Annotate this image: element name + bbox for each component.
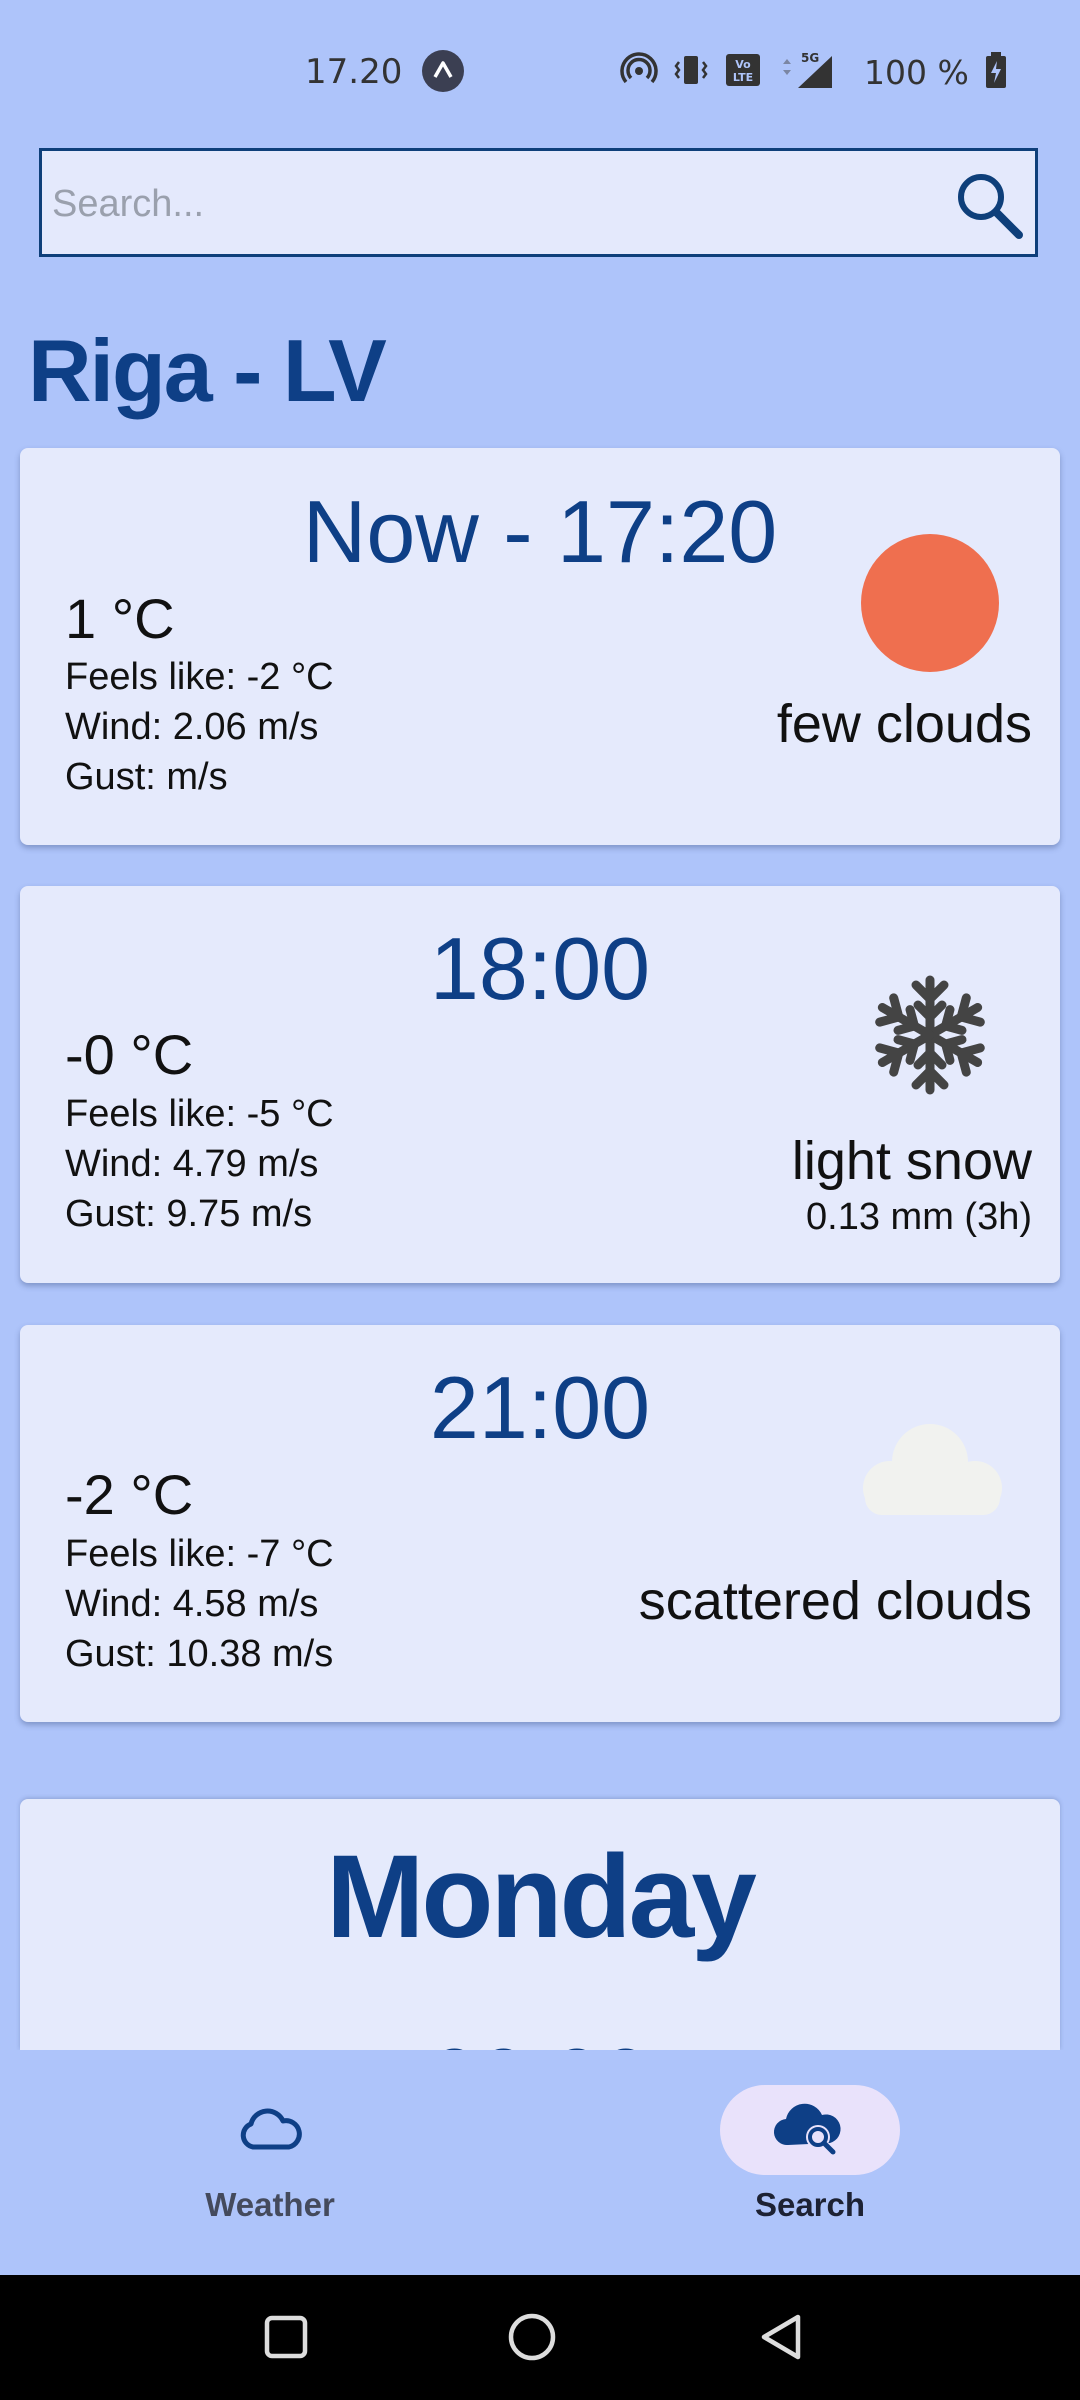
- nav-weather-label: Weather: [205, 2186, 335, 2223]
- search-input[interactable]: [52, 169, 932, 239]
- forecast-card: Now - 17:20 1 °C Feels like: -2 °C Wind:…: [20, 448, 1060, 845]
- battery-charging-icon: [983, 50, 1009, 95]
- back-icon[interactable]: [750, 2305, 814, 2369]
- forecast-card: 21:00 -2 °C Feels like: -7 °C Wind: 4.58…: [20, 1325, 1060, 1722]
- nav-weather-indicator: [180, 2085, 360, 2175]
- home-icon[interactable]: [500, 2305, 564, 2369]
- recent-apps-icon[interactable]: [254, 2305, 318, 2369]
- forecast-precipitation: 0.13 mm (3h): [806, 1196, 1032, 1238]
- hotspot-icon: [620, 51, 658, 94]
- forecast-temp: 1 °C: [65, 587, 175, 650]
- vibrate-icon: [672, 51, 710, 94]
- forecast-description: light snow: [791, 1131, 1032, 1191]
- forecast-time: 00:00: [20, 2029, 1060, 2050]
- forecast-feels-like: Feels like: -7 °C: [65, 1533, 334, 1575]
- forecast-gust: Gust: m/s: [65, 756, 228, 798]
- forecast-feels-like: Feels like: -2 °C: [65, 656, 334, 698]
- forecast-wind: Wind: 4.58 m/s: [65, 1583, 319, 1625]
- forecast-description: few clouds: [776, 694, 1032, 754]
- sun-icon: [861, 534, 999, 672]
- city-title: Riga - LV: [28, 321, 387, 420]
- nav-search[interactable]: Search: [660, 2050, 960, 2275]
- svg-text:Vo: Vo: [735, 58, 751, 71]
- forecast-temp: -2 °C: [65, 1463, 194, 1526]
- status-icons: Vo LTE 5G 100 %: [620, 48, 1009, 96]
- forecast-temp: -0 °C: [65, 1023, 194, 1086]
- forecast-card: 18:00 -0 °C Feels like: -5 °C Wind: 4.79…: [20, 886, 1060, 1283]
- day-title: Monday: [326, 1831, 757, 1963]
- forecast-gust: Gust: 10.38 m/s: [65, 1633, 334, 1675]
- nav-search-indicator: [720, 2085, 900, 2175]
- cloud-search-icon: [773, 2103, 841, 2155]
- forecast-gust: Gust: 9.75 m/s: [65, 1193, 313, 1235]
- system-navigation-bar: [0, 2275, 1080, 2400]
- signal-5g-icon: 5G: [778, 50, 836, 95]
- volte-icon: Vo LTE: [724, 51, 764, 94]
- forecast-wind: Wind: 2.06 m/s: [65, 706, 319, 748]
- svg-text:LTE: LTE: [733, 71, 753, 84]
- battery-percent: 100 %: [864, 52, 969, 92]
- nav-search-label: Search: [754, 2186, 866, 2223]
- svg-text:5G: 5G: [801, 51, 819, 65]
- snowflake-icon: [865, 975, 995, 1100]
- status-bar: 17.20 Vo LTE 5G 100 %: [0, 0, 1080, 140]
- forecast-wind: Wind: 4.79 m/s: [65, 1143, 319, 1185]
- navigation-arrow-icon: [422, 50, 464, 92]
- cloud-outline-icon: [240, 2108, 302, 2150]
- day-card: Monday 00:00: [20, 1799, 1060, 2050]
- cloud-icon: [863, 1424, 1002, 1515]
- forecast-description: scattered clouds: [638, 1571, 1032, 1631]
- search-bar: [39, 148, 1038, 257]
- search-icon[interactable]: [949, 165, 1029, 245]
- forecast-feels-like: Feels like: -5 °C: [65, 1093, 334, 1135]
- nav-weather[interactable]: Weather: [120, 2050, 420, 2275]
- status-time: 17.20: [305, 52, 403, 92]
- bottom-navigation: Weather Search: [0, 2050, 1080, 2275]
